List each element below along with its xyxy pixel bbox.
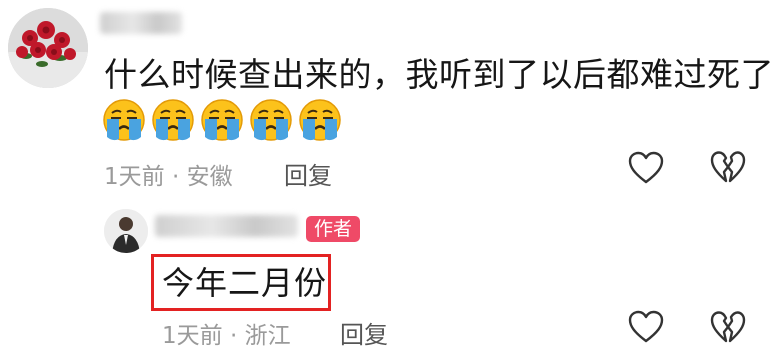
meta-separator: · bbox=[171, 164, 180, 190]
username-redacted[interactable] bbox=[100, 12, 182, 34]
crying-face-icon bbox=[152, 99, 194, 141]
heart-outline-icon bbox=[628, 310, 664, 343]
heart-outline-icon bbox=[628, 151, 664, 184]
author-badge: 作者 bbox=[306, 216, 361, 242]
meta-separator: · bbox=[229, 323, 238, 349]
like-button[interactable] bbox=[628, 151, 664, 185]
comment-meta: 1天前 · 安徽 bbox=[104, 157, 233, 191]
dislike-button[interactable] bbox=[710, 150, 746, 186]
reply-text: 今年二月份 bbox=[162, 264, 328, 302]
rose-bouquet-avatar bbox=[8, 8, 88, 88]
avatar[interactable] bbox=[8, 8, 88, 88]
crying-face-icon bbox=[250, 99, 292, 141]
like-button[interactable] bbox=[628, 310, 664, 344]
reply-button[interactable]: 回复 bbox=[284, 156, 332, 191]
reply-button[interactable]: 回复 bbox=[340, 315, 388, 350]
crying-face-icon bbox=[201, 99, 243, 141]
reply-time: 1天前 bbox=[162, 323, 223, 349]
broken-heart-outline-icon bbox=[710, 151, 746, 183]
crying-face-icon bbox=[103, 99, 145, 141]
dislike-button[interactable] bbox=[710, 310, 746, 346]
emoji-row bbox=[102, 98, 342, 142]
comment-location: 安徽 bbox=[186, 164, 233, 190]
username-redacted[interactable] bbox=[155, 215, 298, 237]
comment-time: 1天前 bbox=[104, 164, 165, 190]
reply-location: 浙江 bbox=[244, 323, 291, 349]
crying-face-icon bbox=[299, 99, 341, 141]
broken-heart-outline-icon bbox=[710, 311, 746, 343]
reply-meta: 1天前 · 浙江 bbox=[162, 316, 291, 350]
avatar[interactable] bbox=[104, 209, 148, 253]
comment-text: 什么时候查出来的，我听到了以后都难过死了 bbox=[104, 55, 770, 94]
person-avatar bbox=[104, 209, 148, 253]
